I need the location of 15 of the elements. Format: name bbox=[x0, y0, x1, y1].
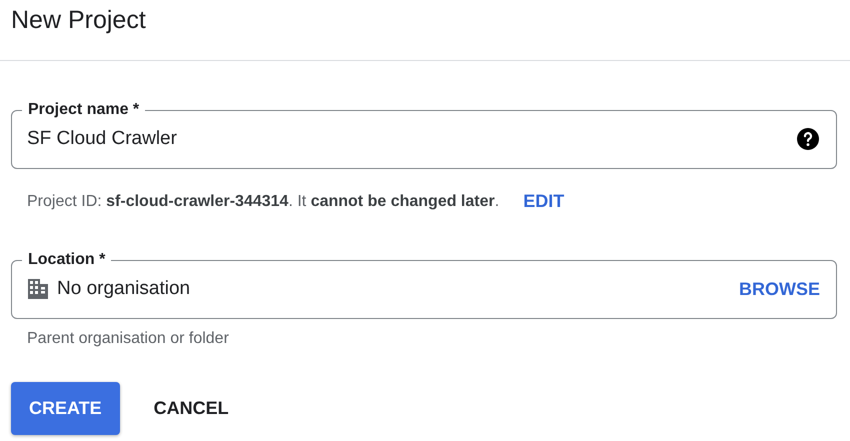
name-field[interactable]: Project name * SF Cloud Crawler bbox=[11, 100, 837, 169]
location-field[interactable]: No organisation bbox=[57, 274, 731, 304]
create-button[interactable]: CREATE bbox=[11, 382, 120, 435]
location-picker[interactable]: Location * No organisation BROWSE bbox=[11, 250, 837, 319]
edit-link[interactable]: EDIT bbox=[523, 188, 564, 215]
page-title: New Project bbox=[10, 5, 147, 36]
cancel-button[interactable]: CANCEL bbox=[136, 382, 247, 435]
help-icon[interactable] bbox=[796, 127, 820, 151]
browse-link[interactable]: BROWSE bbox=[739, 276, 820, 302]
help-text: Project ID: sf-cloud-crawler-344314. It cannot be changed later. bbox=[26, 192, 500, 212]
text-field[interactable]: SF Cloud Crawler bbox=[27, 124, 788, 154]
building-icon bbox=[27, 278, 49, 300]
hint-text: Parent organisation or folder bbox=[26, 329, 230, 349]
field-label: Project name * bbox=[27, 100, 140, 120]
field-label: Location * bbox=[27, 250, 106, 270]
